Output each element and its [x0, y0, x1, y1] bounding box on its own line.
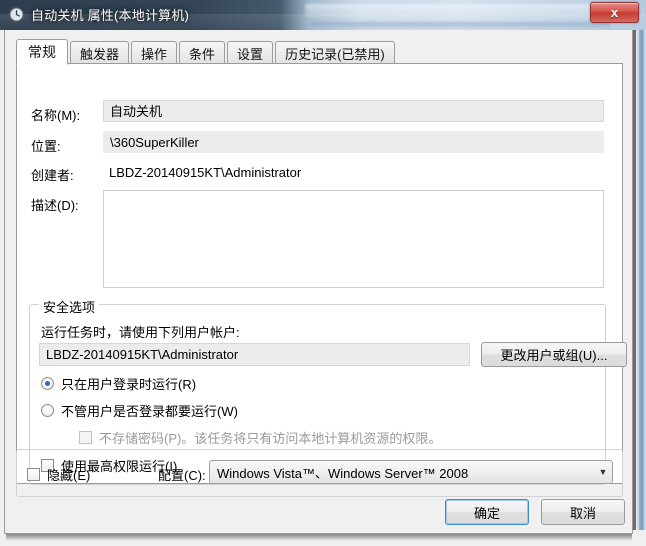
cancel-button[interactable]: 取消: [541, 499, 625, 525]
radio-run-only-when-logged-on[interactable]: 只在用户登录时运行(R): [41, 374, 196, 393]
account-prompt-label: 运行任务时，请使用下列用户帐户:: [41, 325, 240, 340]
radio-run-whether-logged-on-or-not-label: 不管用户是否登录都要运行(W): [61, 404, 238, 419]
change-user-or-group-button[interactable]: 更改用户或组(U)...: [481, 342, 627, 367]
tab-settings[interactable]: 设置: [227, 41, 274, 64]
close-icon: x: [610, 5, 619, 20]
tab-page-general: 名称(M): 自动关机 位置: \360SuperKiller 创建者: LBD…: [16, 63, 627, 485]
location-field: \360SuperKiller: [103, 131, 604, 153]
window-right-border: [633, 30, 636, 530]
tab-settings-label: 设置: [237, 46, 264, 62]
description-label: 描述(D):: [31, 198, 79, 213]
configure-for-selected-value: Windows Vista™、Windows Server™ 2008: [217, 465, 469, 481]
configure-for-dropdown[interactable]: Windows Vista™、Windows Server™ 2008 ▼: [209, 460, 613, 484]
radio-run-only-when-logged-on-label: 只在用户登录时运行(R): [61, 377, 197, 392]
name-label: 名称(M):: [31, 108, 81, 123]
close-button[interactable]: x: [590, 2, 639, 23]
dialog-client-area: 常规 触发器 操作 条件 设置 历史记录(已禁用) 名称(M): 自动关机 位置…: [4, 30, 633, 534]
security-options-title: 安全选项: [39, 297, 100, 316]
tab-conditions[interactable]: 条件: [179, 41, 226, 64]
checkbox-do-not-store-password-label: 不存储密码(P)。该任务将只有访问本地计算机资源的权限。: [99, 431, 442, 446]
tab-actions[interactable]: 操作: [131, 41, 178, 64]
ok-button[interactable]: 确定: [445, 499, 529, 525]
checkbox-hidden[interactable]: 隐藏(E): [27, 465, 90, 484]
tab-triggers-label: 触发器: [80, 46, 120, 62]
window-right-edge-highlight: [636, 30, 646, 530]
configure-label: 配置(C):: [158, 468, 206, 483]
title-bar-glass-reflection: [310, 22, 610, 29]
checkbox-do-not-store-password: 不存储密码(P)。该任务将只有访问本地计算机资源的权限。: [79, 428, 441, 447]
author-value: LBDZ-20140915KT\Administrator: [109, 165, 302, 180]
name-field[interactable]: 自动关机: [103, 100, 604, 122]
tab-general[interactable]: 常规: [16, 39, 68, 65]
task-scheduler-clock-icon: [9, 7, 24, 22]
tab-history-label: 历史记录(已禁用): [285, 46, 385, 62]
tab-triggers[interactable]: 触发器: [70, 41, 130, 64]
checkbox-hidden-indicator: [27, 468, 40, 481]
description-textarea[interactable]: [103, 190, 604, 288]
tab-strip: 常规 触发器 操作 条件 设置 历史记录(已禁用): [16, 39, 397, 65]
window-title: 自动关机 属性(本地计算机): [31, 8, 190, 23]
task-properties-window: 自动关机 属性(本地计算机) x 常规 触发器 操作 条件 设置 历史记录(已禁…: [0, 0, 646, 546]
user-account-field: LBDZ-20140915KT\Administrator: [39, 343, 470, 366]
tab-history[interactable]: 历史记录(已禁用): [275, 41, 395, 64]
author-label: 创建者:: [31, 168, 74, 183]
checkbox-hidden-label: 隐藏(E): [47, 468, 91, 483]
window-drop-shadow: [6, 534, 632, 541]
title-bar-glass-highlight: [305, 4, 595, 18]
chevron-down-icon: ▼: [598, 466, 608, 477]
radio-run-only-when-logged-on-indicator: [41, 377, 54, 390]
tab-general-label: 常规: [28, 44, 56, 60]
radio-run-whether-logged-on-or-not-indicator: [41, 404, 54, 417]
radio-run-whether-logged-on-or-not[interactable]: 不管用户是否登录都要运行(W): [41, 401, 238, 420]
tab-conditions-label: 条件: [189, 46, 216, 62]
location-label: 位置:: [31, 139, 61, 154]
checkbox-do-not-store-password-indicator: [79, 431, 92, 444]
tab-actions-label: 操作: [141, 46, 168, 62]
